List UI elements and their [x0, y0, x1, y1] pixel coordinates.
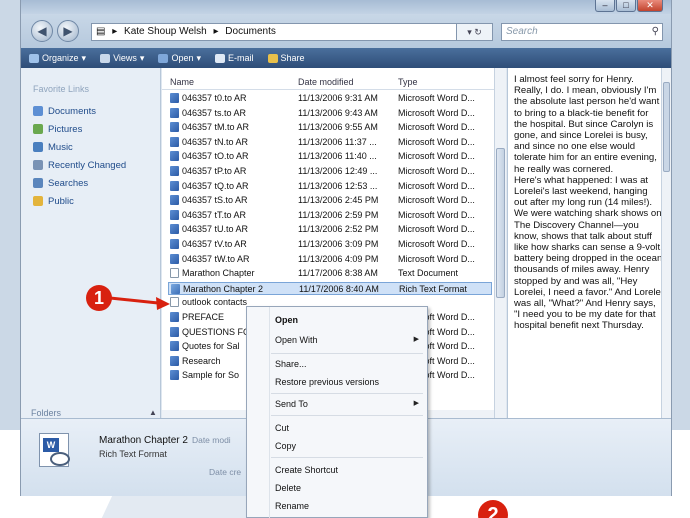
menu-separator [271, 415, 423, 416]
menu-item-delete[interactable]: Delete [275, 483, 301, 493]
menu-item-open-with[interactable]: Open With [275, 335, 318, 345]
submenu-arrow-icon: ▶ [413, 400, 419, 407]
menu-item-copy[interactable]: Copy [275, 441, 296, 451]
menu-separator [271, 353, 423, 354]
context-menu: Open Open With ▶ Share... Restore previo… [246, 306, 428, 518]
menu-item-rename[interactable]: Rename [275, 501, 309, 511]
menu-gutter [269, 307, 270, 518]
menu-item-create-shortcut[interactable]: Create Shortcut [275, 465, 338, 475]
menu-item-cut[interactable]: Cut [275, 423, 289, 433]
menu-item-open[interactable]: Open [275, 315, 298, 325]
menu-item-send-to[interactable]: Send To [275, 399, 308, 409]
menu-separator [271, 393, 423, 394]
menu-item-restore-previous-versions[interactable]: Restore previous versions [275, 377, 379, 387]
menu-separator [271, 457, 423, 458]
submenu-arrow-icon: ▶ [413, 336, 419, 343]
menu-item-share[interactable]: Share... [275, 359, 307, 369]
